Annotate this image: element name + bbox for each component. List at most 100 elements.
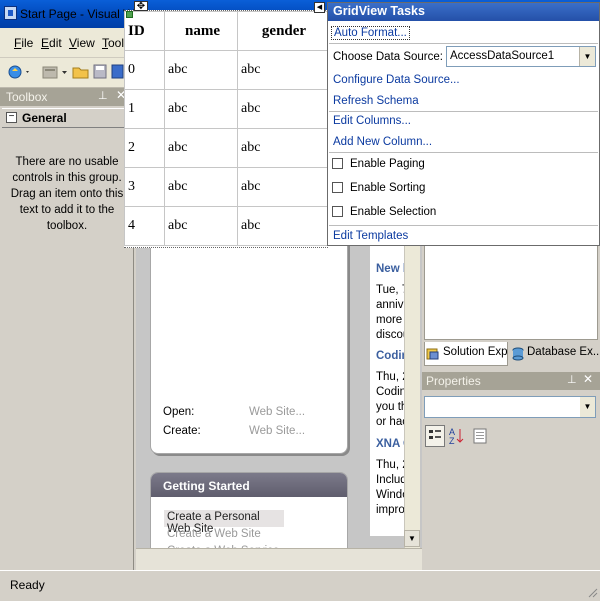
- news-headline[interactable]: XNA G: [376, 437, 404, 452]
- enable-sorting-checkbox[interactable]: [332, 182, 343, 193]
- solution-explorer-pane: [424, 240, 598, 340]
- toolbox-title: Toolbox: [6, 90, 48, 104]
- choose-data-source-label: Choose Data Source:: [333, 51, 443, 63]
- solution-explorer-icon: [426, 347, 439, 360]
- gridview-tasks-title: GridView Tasks: [333, 4, 425, 18]
- news-text: you th: [376, 401, 404, 413]
- grid-cell: 2: [124, 128, 165, 168]
- table-row: 1 abc abc: [124, 89, 328, 129]
- grid-cell: abc: [237, 128, 328, 168]
- new-project-icon[interactable]: [6, 62, 29, 79]
- close-icon[interactable]: ✕: [583, 372, 593, 386]
- getting-started-item[interactable]: Create a Web Site: [167, 528, 261, 540]
- svg-text:Z: Z: [449, 436, 455, 446]
- status-bar: [0, 570, 600, 600]
- properties-object-select[interactable]: [424, 396, 596, 418]
- refresh-schema-link[interactable]: Refresh Schema: [333, 95, 419, 107]
- enable-sorting-label: Enable Sorting: [350, 182, 426, 194]
- menu-file[interactable]: File: [14, 36, 33, 50]
- toolbox-group-label: General: [22, 111, 67, 125]
- grid-cell: abc: [237, 89, 328, 129]
- getting-started-title: Getting Started: [163, 479, 250, 493]
- open-label: Open:: [163, 406, 195, 418]
- news-text: Thu, 2: [376, 371, 404, 383]
- news-text: Thu, 2: [376, 459, 404, 471]
- divider: [329, 152, 598, 153]
- news-text: discou: [376, 329, 404, 341]
- chevron-down-icon[interactable]: ▼: [580, 397, 595, 417]
- grid-header-cell: gender: [237, 11, 328, 51]
- database-explorer-icon: [511, 347, 524, 361]
- open-folder-icon[interactable]: [72, 62, 89, 79]
- menu-view[interactable]: View: [69, 36, 95, 50]
- recent-projects-panel: [150, 240, 348, 454]
- add-item-icon[interactable]: [40, 62, 67, 79]
- move-handle-icon[interactable]: ✥: [134, 1, 148, 12]
- alphabetical-icon[interactable]: AZ: [447, 425, 467, 447]
- properties-title: Properties: [426, 374, 481, 388]
- collapse-icon[interactable]: −: [6, 112, 17, 123]
- horizontal-scrollbar[interactable]: [136, 548, 422, 570]
- grid-cell: 3: [124, 167, 165, 207]
- news-text: Windov: [376, 489, 404, 501]
- news-text: more g: [376, 314, 404, 326]
- news-text: Tue, 7: [376, 284, 404, 296]
- grid-cell: 1: [124, 89, 165, 129]
- news-text: or hac: [376, 416, 404, 428]
- grid-cell: abc: [237, 167, 328, 207]
- property-grid[interactable]: [424, 452, 596, 570]
- pin-icon[interactable]: ⊥: [98, 89, 108, 102]
- news-text: Include: [376, 474, 404, 486]
- status-text: Ready: [10, 578, 45, 592]
- enable-paging-label: Enable Paging: [350, 158, 425, 170]
- create-label: Create:: [163, 425, 201, 437]
- grid-cell: abc: [164, 167, 238, 207]
- divider: [329, 43, 598, 44]
- auto-format-link[interactable]: Auto Format...: [331, 26, 410, 40]
- categorized-icon[interactable]: [425, 425, 445, 447]
- pin-icon[interactable]: ⊥: [567, 373, 577, 386]
- property-pages-icon[interactable]: [472, 428, 488, 444]
- configure-data-source-link[interactable]: Configure Data Source...: [333, 74, 460, 86]
- news-text: annive: [376, 299, 404, 311]
- news-text: improv: [376, 504, 404, 516]
- data-source-value: AccessDataSource1: [450, 50, 555, 62]
- grid-cell: abc: [164, 128, 238, 168]
- enable-selection-checkbox[interactable]: [332, 206, 343, 217]
- getting-started-item[interactable]: Create a Personal Web Site: [164, 510, 284, 535]
- selection-marker-icon: [126, 11, 133, 18]
- menu-edit[interactable]: Edit: [41, 36, 62, 50]
- news-headline[interactable]: New b: [376, 262, 404, 277]
- grid-cell: abc: [164, 206, 238, 246]
- scroll-down-icon[interactable]: ▼: [404, 530, 420, 547]
- create-website-link[interactable]: Web Site...: [249, 425, 305, 437]
- visual-studio-icon: [4, 6, 17, 20]
- grid-header-cell: name: [164, 11, 238, 51]
- grid-cell: abc: [237, 206, 328, 246]
- toolbox-empty-message: There are no usable controls in this gro…: [10, 156, 124, 232]
- table-row: 2 abc abc: [124, 128, 328, 168]
- table-row: 0 abc abc: [124, 50, 328, 90]
- news-headline[interactable]: Codin: [376, 349, 404, 364]
- edit-templates-link[interactable]: Edit Templates: [333, 230, 408, 242]
- grid-header-row: ID name gender: [124, 11, 328, 51]
- edit-columns-link[interactable]: Edit Columns...: [333, 115, 411, 127]
- grid-cell: 0: [124, 50, 165, 90]
- save-icon[interactable]: [92, 62, 108, 79]
- enable-paging-checkbox[interactable]: [332, 158, 343, 169]
- divider: [329, 225, 598, 226]
- chevron-down-icon[interactable]: ▼: [579, 47, 595, 66]
- divider: [329, 111, 598, 112]
- grid-cell: 4: [124, 206, 165, 246]
- window-title: Start Page - Visual We: [20, 7, 141, 21]
- open-website-link[interactable]: Web Site...: [249, 406, 305, 418]
- gridview-table[interactable]: ID name gender 0 abc abc 1 abc abc 2 abc…: [124, 11, 328, 246]
- add-new-column-link[interactable]: Add New Column...: [333, 136, 432, 148]
- enable-selection-label: Enable Selection: [350, 206, 437, 218]
- resize-grip-icon[interactable]: [586, 586, 598, 598]
- smart-tag-chevron-icon[interactable]: ◀: [314, 2, 325, 13]
- grid-cell: abc: [164, 50, 238, 90]
- vertical-scrollbar[interactable]: [404, 240, 420, 550]
- news-text: Coding: [376, 386, 404, 398]
- table-row: 4 abc abc: [124, 206, 328, 246]
